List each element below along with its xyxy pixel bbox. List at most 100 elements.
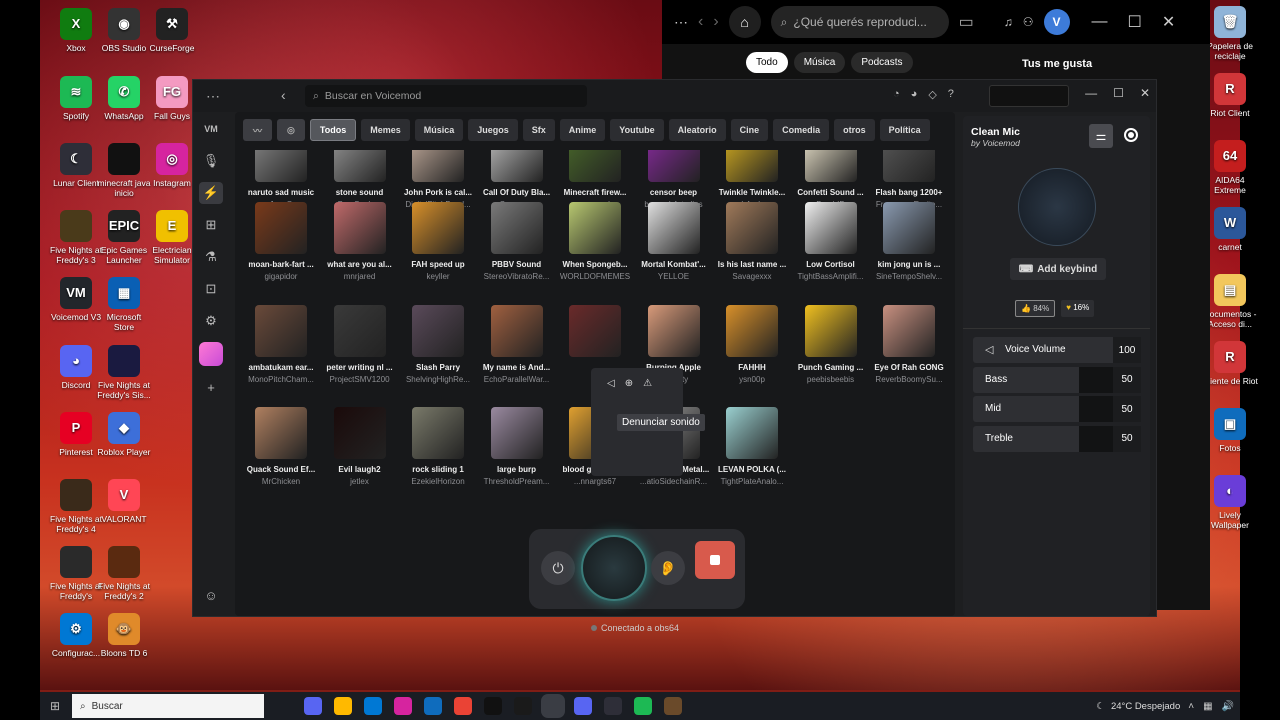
taskbar-app-icon[interactable]	[604, 697, 622, 715]
sound-tile[interactable]: what are you al... mnrjared	[321, 202, 399, 281]
keybind-field[interactable]	[989, 85, 1069, 107]
slider-treble[interactable]: Treble 50	[973, 425, 1141, 452]
category-tab[interactable]: Política	[879, 119, 930, 141]
spotify-search-input[interactable]: ⌕ ¿Qué querés reproduci...	[770, 6, 949, 38]
sound-tile[interactable]: Punch Gaming ... peebisbeebis	[792, 305, 870, 384]
desktop-icon[interactable]: Wcarnet	[1202, 207, 1258, 252]
minimize-icon[interactable]: —	[1092, 13, 1108, 31]
sound-tile[interactable]: John Pork is cal...DigitalPitchBand...	[399, 150, 477, 209]
taskbar-search[interactable]: ⌕ Buscar	[72, 694, 264, 718]
soundboard-icon[interactable]: ⚡	[199, 182, 223, 204]
taskbar-app-icon[interactable]	[364, 697, 382, 715]
friends-icon[interactable]: ⚇	[1023, 15, 1034, 29]
desktop-icon[interactable]: ▦ Microsoft Store	[96, 277, 152, 332]
slider-value[interactable]: 50	[1113, 396, 1141, 422]
chip-todo[interactable]: Todo	[746, 52, 788, 73]
add-keybind-button[interactable]: ⌨ Add keybind	[1010, 258, 1106, 280]
taskbar-app-icon[interactable]	[544, 697, 562, 715]
sound-tile[interactable]: FAH speed up keyller	[399, 202, 477, 281]
sound-tile[interactable]: Call Of Duty Bla...Cosmooo	[478, 150, 556, 209]
slider-track[interactable]	[1079, 396, 1113, 422]
category-tab[interactable]: Cine	[730, 119, 769, 141]
category-tab[interactable]: Sfx	[522, 119, 555, 141]
sound-tile[interactable]: My name is And... EchoParallelWar...	[478, 305, 556, 384]
desktop-icon[interactable]: Five Nights at Freddy's Sis...	[96, 345, 152, 400]
chip-musica[interactable]: Música	[793, 52, 846, 73]
category-tab[interactable]: Música	[414, 119, 464, 141]
start-icon[interactable]: ⊞	[40, 699, 70, 713]
maximize-icon[interactable]: ☐	[1128, 12, 1142, 32]
home-button[interactable]: ⌂	[728, 6, 761, 38]
taskbar-app-icon[interactable]	[454, 697, 472, 715]
help-icon[interactable]: ?	[948, 88, 954, 101]
report-icon[interactable]: ⚠	[643, 378, 652, 389]
desktop-icon[interactable]: 🗑 Papelera de reciclaje	[1202, 6, 1258, 61]
category-tab[interactable]: Comedia	[773, 119, 830, 141]
flask-icon[interactable]: ⚗	[199, 246, 223, 268]
slider-bass[interactable]: Bass 50	[973, 366, 1141, 393]
waveform-filter-icon[interactable]: 〰	[243, 119, 273, 141]
mic-toggle-button[interactable]	[581, 535, 647, 601]
slider-track[interactable]	[1079, 425, 1113, 452]
thumbs-up-vote[interactable]: 👍 84%	[1015, 300, 1056, 317]
taskbar-app-icon[interactable]	[514, 697, 532, 715]
slider-value[interactable]: 50	[1113, 366, 1141, 393]
desktop-icon[interactable]: 64 AIDA64 Extreme	[1202, 140, 1258, 195]
desktop-icon[interactable]: ◆ Roblox Player	[96, 412, 152, 457]
sound-tile[interactable]: Minecraft firew...zeromesh	[556, 150, 634, 209]
category-tab[interactable]: Aleatorio	[668, 119, 726, 141]
category-tab[interactable]: otros	[834, 119, 875, 141]
tag-icon[interactable]: ◇	[928, 88, 936, 101]
voicemod-search-input[interactable]: ⌕ Buscar en Voicemod	[305, 85, 587, 107]
sound-tile[interactable]: When Spongeb... WORLDOFMEMES	[556, 202, 634, 281]
gift-icon[interactable]: ⊡	[199, 278, 223, 300]
preview-icon[interactable]: ◁	[607, 378, 615, 389]
chip-podcasts[interactable]: Podcasts	[851, 52, 913, 73]
taskbar-app-icon[interactable]	[484, 697, 502, 715]
taskbar-app-icon[interactable]	[574, 697, 592, 715]
close-icon[interactable]: ✕	[1140, 86, 1150, 100]
favorite-filter-icon[interactable]: ◎	[277, 119, 305, 141]
desktop-icon[interactable]: ▣ Fotos	[1202, 408, 1258, 453]
browse-icon[interactable]: ▭	[959, 12, 974, 32]
add-icon[interactable]: ⊕	[625, 378, 633, 389]
sound-tile[interactable]: LEVAN POLKA (... TightPlateAnalo...	[713, 407, 791, 486]
power-button[interactable]: ⏻	[541, 551, 575, 585]
liked-songs-title[interactable]: Tus me gusta	[1022, 58, 1092, 70]
slider-value[interactable]: 50	[1113, 425, 1141, 452]
desktop-icon[interactable]: V VALORANT	[96, 479, 152, 524]
settings-icon[interactable]: ⚙	[199, 310, 223, 332]
stop-sounds-button[interactable]	[695, 541, 735, 579]
sound-tile[interactable]: rock sliding 1 EzekielHorizon	[399, 407, 477, 486]
sound-tile[interactable]: moan-bark-fart ... gigapidor	[242, 202, 320, 281]
sound-tile[interactable]: ambatukam ear... MonoPitchCham...	[242, 305, 320, 384]
user-icon[interactable]: ☺	[199, 584, 223, 606]
sound-tile[interactable]: Flash bang 1200+FrequencyExcite...	[870, 150, 948, 209]
chevron-up-icon[interactable]: ˄	[1188, 701, 1194, 712]
sound-tile[interactable]: Twinkle Twinkle...h4ych	[713, 150, 791, 209]
taskbar-app-icon[interactable]	[664, 697, 682, 715]
sound-tile[interactable]: Low Cortisol TightBassAmplifi...	[792, 202, 870, 281]
menu-dots-icon[interactable]: ⋯	[674, 14, 688, 31]
taskbar-app-icon[interactable]	[424, 697, 442, 715]
hear-myself-button[interactable]: 👂	[651, 551, 685, 585]
maximize-icon[interactable]: ☐	[1113, 86, 1124, 100]
sound-tile[interactable]: kim jong un is ... SineTempoShelv...	[870, 202, 948, 281]
sound-tile[interactable]: FAHHH ysn00p	[713, 305, 791, 384]
forward-arrow-icon[interactable]: ›	[713, 13, 718, 31]
sound-tile[interactable]: naruto sad musicJoeyQ	[242, 150, 320, 209]
avatar[interactable]: V	[1043, 9, 1070, 35]
desktop-icon[interactable]: Five Nights at Freddy's 2	[96, 546, 152, 601]
discord-icon[interactable]: ◕	[911, 88, 918, 101]
desktop-icon[interactable]: 🐵 Bloons TD 6	[96, 613, 152, 658]
taskbar-app-icon[interactable]	[334, 697, 352, 715]
back-arrow-icon[interactable]: ‹	[698, 13, 703, 31]
sound-tile[interactable]: Is his last name ... Savagexxx	[713, 202, 791, 281]
category-tab[interactable]: Juegos	[468, 119, 518, 141]
sound-tile[interactable]: Mortal Kombat'... YELLOE	[635, 202, 713, 281]
sound-tile[interactable]: Eye Of Rah GONG ReverbBoomySu...	[870, 305, 948, 384]
category-tab[interactable]: Todos	[309, 119, 357, 141]
slider-track[interactable]	[1079, 366, 1113, 393]
equalizer-button[interactable]: ⚌	[1089, 124, 1113, 148]
desktop-icon[interactable]: ▤ Documentos - Acceso di...	[1202, 274, 1258, 329]
